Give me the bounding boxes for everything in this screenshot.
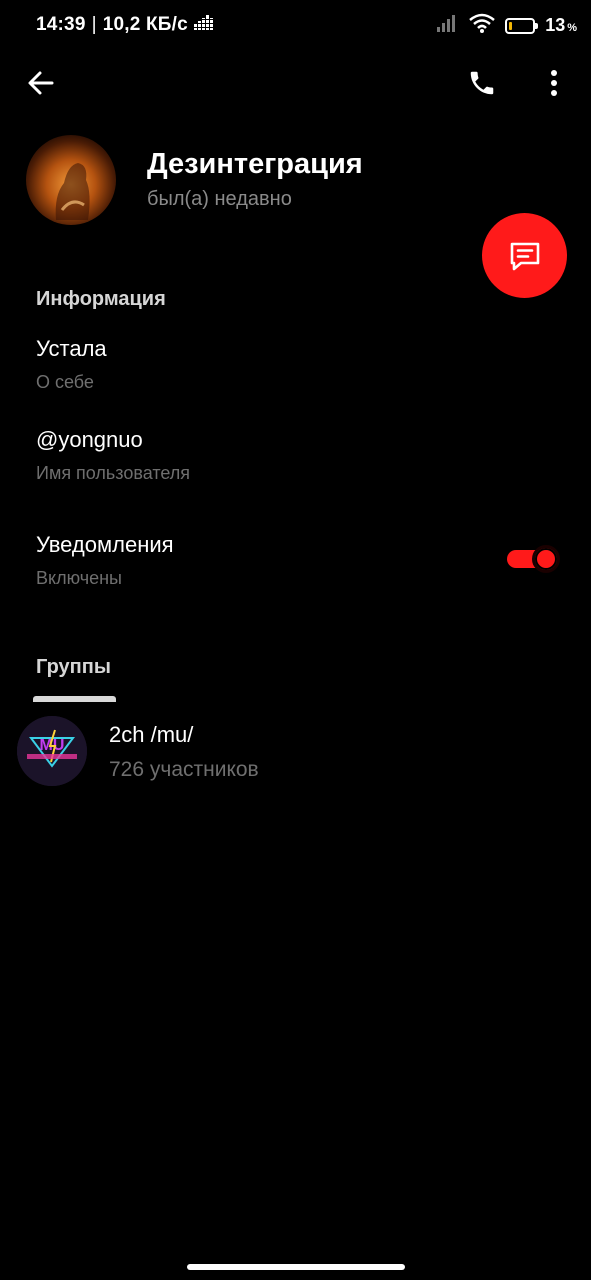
group-list-item[interactable]: MU 2ch /mu/ 726 участников xyxy=(0,706,591,794)
status-separator: | xyxy=(91,14,97,35)
username-label: Имя пользователя xyxy=(36,463,191,483)
battery-level xyxy=(509,21,513,30)
username-value[interactable]: @yongnuo xyxy=(36,427,143,453)
group-avatar: MU xyxy=(17,716,87,786)
toggle-thumb xyxy=(532,545,560,573)
info-section-title: Информация xyxy=(36,288,166,310)
groups-section-title: Группы xyxy=(36,656,111,678)
network-activity-icon xyxy=(193,14,214,36)
bio-value[interactable]: Устала xyxy=(36,336,107,362)
status-time: 14:39 xyxy=(36,14,86,35)
profile-last-seen: был(а) недавно xyxy=(147,188,292,210)
group-name: 2ch /mu/ xyxy=(109,722,194,747)
battery-percent: 13% xyxy=(545,15,577,36)
call-button[interactable] xyxy=(458,59,506,107)
more-vertical-icon xyxy=(551,70,557,96)
group-members-count: 726 участников xyxy=(109,758,259,781)
more-options-button[interactable] xyxy=(530,59,578,107)
notifications-title[interactable]: Уведомления xyxy=(36,532,174,558)
notifications-state: Включены xyxy=(36,568,122,588)
send-message-button[interactable] xyxy=(482,213,567,298)
tab-indicator xyxy=(33,696,116,702)
battery-icon xyxy=(505,17,539,34)
battery-percent-sign: % xyxy=(567,22,577,34)
wifi-icon xyxy=(469,13,495,38)
notifications-toggle[interactable] xyxy=(507,545,560,573)
home-indicator[interactable] xyxy=(187,1264,405,1270)
back-button[interactable] xyxy=(17,59,65,107)
battery-percent-value: 13 xyxy=(545,15,566,35)
network-speed: 10,2 КБ/с xyxy=(102,14,188,35)
status-right: 13% xyxy=(427,13,577,38)
profile-avatar[interactable] xyxy=(26,135,116,225)
message-icon xyxy=(510,242,539,270)
profile-name: Дезинтеграция xyxy=(147,148,363,180)
status-bar: 14:39 | 10,2 КБ/с 13 % xyxy=(0,0,591,52)
arrow-left-icon xyxy=(28,71,54,95)
bio-label: О себе xyxy=(36,372,94,392)
status-left: 14:39 | 10,2 КБ/с xyxy=(36,14,214,36)
signal-icon xyxy=(437,14,459,37)
phone-icon xyxy=(470,71,494,95)
